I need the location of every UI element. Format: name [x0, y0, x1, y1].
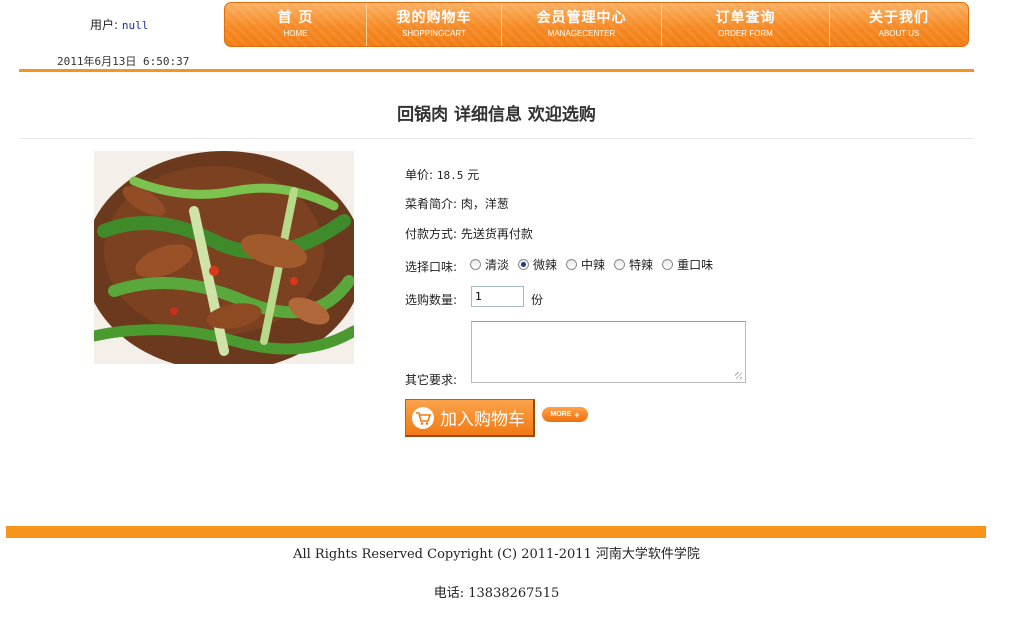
intro-value: 肉，洋葱	[460, 197, 509, 211]
taste-option-medium-spicy[interactable]: 中辣	[566, 256, 605, 273]
nav-order-form-label: 订单查询	[715, 10, 776, 26]
title-divider	[19, 138, 974, 139]
plus-icon: +	[574, 409, 580, 420]
user-info: 用户: null	[90, 16, 148, 33]
payment-row: 付款方式: 先送货再付款	[405, 225, 533, 242]
taste-label: 选择口味:	[405, 260, 458, 274]
nav-about-us-sublabel: ABOUT US	[878, 29, 920, 38]
price-row: 单价: 18.5 元	[405, 166, 479, 183]
remark-label: 其它要求:	[405, 373, 458, 387]
intro-row: 菜肴简介: 肉，洋葱	[405, 195, 509, 212]
nav-order-form-sublabel: ORDER FORM	[718, 29, 773, 38]
footer-bar	[6, 526, 986, 538]
taste-option-medium-spicy-label: 中辣	[581, 258, 606, 272]
footer-copyright: All Rights Reserved Copyright (C) 2011-2…	[293, 547, 700, 562]
payment-value: 先送货再付款	[460, 227, 533, 241]
taste-option-mild-spicy[interactable]: 微辣	[518, 256, 557, 273]
user-name: null	[121, 19, 149, 32]
taste-option-heavy-label: 重口味	[677, 258, 714, 272]
radio-light[interactable]	[470, 259, 481, 270]
nav-about-us[interactable]: 关于我们 ABOUT US	[830, 3, 968, 46]
header-divider	[19, 69, 974, 72]
radio-medium-spicy[interactable]	[566, 259, 578, 270]
price-value: 18.5	[436, 169, 464, 182]
radio-extra-spicy[interactable]	[614, 259, 626, 270]
nav-home-label: 首 页	[277, 10, 314, 26]
nav-home-sublabel: HOME	[283, 29, 308, 38]
user-label: 用户:	[90, 18, 119, 32]
nav-manage-center-sublabel: MANAGECENTER	[547, 29, 616, 38]
taste-radio-group: 清淡 微辣 中辣 特辣 重口味	[470, 256, 722, 273]
add-to-cart-button[interactable]: 加入购物车	[405, 399, 535, 437]
nav-manage-center[interactable]: 会员管理中心 MANAGECENTER	[502, 3, 662, 46]
nav-home[interactable]: 首 页 HOME	[225, 3, 367, 46]
page-title: 回锅肉 详细信息 欢迎选购	[397, 105, 596, 125]
more-button[interactable]: MORE +	[542, 407, 588, 422]
taste-option-extra-spicy[interactable]: 特辣	[614, 256, 653, 273]
nav-shopping-cart[interactable]: 我的购物车 SHOPPINGCART	[367, 3, 502, 46]
radio-heavy[interactable]	[662, 259, 674, 270]
price-label: 单价:	[405, 168, 434, 182]
dish-image	[94, 151, 354, 364]
more-label: MORE	[550, 411, 572, 418]
taste-option-mild-spicy-label: 微辣	[533, 258, 558, 272]
resize-grip-icon[interactable]	[735, 372, 742, 379]
remark-textarea[interactable]	[471, 321, 746, 383]
main-nav: 首 页 HOME 我的购物车 SHOPPINGCART 会员管理中心 MANAG…	[224, 2, 969, 47]
nav-about-us-label: 关于我们	[869, 10, 929, 26]
taste-option-light[interactable]: 清淡	[470, 256, 509, 273]
price-unit: 元	[467, 168, 480, 182]
radio-mild-spicy[interactable]	[518, 259, 530, 270]
shopping-cart-icon	[412, 406, 434, 429]
nav-order-form[interactable]: 订单查询 ORDER FORM	[662, 3, 830, 46]
footer-phone: 电话: 13838267515	[433, 586, 560, 601]
taste-option-light-label: 清淡	[485, 258, 510, 272]
add-to-cart-label: 加入购物车	[440, 410, 525, 430]
taste-option-heavy[interactable]: 重口味	[662, 256, 713, 273]
qty-label: 选购数量:	[405, 293, 458, 307]
intro-label: 菜肴简介:	[405, 197, 458, 211]
quantity-input[interactable]	[471, 286, 524, 307]
nav-shopping-cart-label: 我的购物车	[396, 10, 472, 26]
current-datetime: 2011年6月13日 6:50:37	[57, 55, 190, 68]
taste-option-extra-spicy-label: 特辣	[629, 258, 654, 272]
qty-unit: 份	[531, 293, 544, 307]
payment-label: 付款方式:	[405, 227, 458, 241]
nav-manage-center-label: 会员管理中心	[536, 10, 627, 26]
nav-shopping-cart-sublabel: SHOPPINGCART	[402, 29, 466, 38]
